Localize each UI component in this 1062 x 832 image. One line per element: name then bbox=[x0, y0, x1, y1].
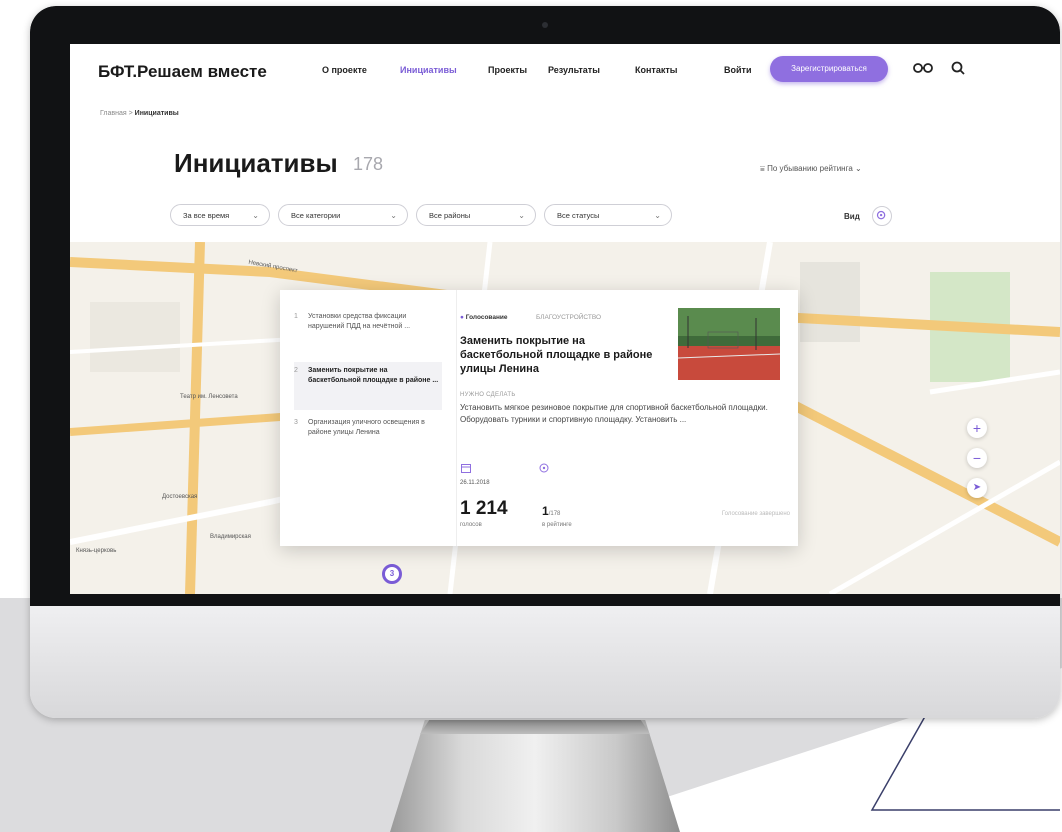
filter-period-label: За все время bbox=[183, 211, 230, 220]
breadcrumb: Главная > Инициативы bbox=[100, 110, 179, 117]
initiative-list: 1 Установки средства фиксации нарушений … bbox=[280, 290, 457, 546]
list-item[interactable]: 3 Организация уличного освещения в район… bbox=[294, 418, 442, 458]
vote-status: Голосование завершено bbox=[721, 511, 790, 517]
list-item[interactable]: 1 Установки средства фиксации нарушений … bbox=[294, 312, 442, 348]
nav-results[interactable]: Результаты bbox=[548, 65, 600, 75]
map-label-metro-vladimirskaya: Владимирская bbox=[210, 534, 251, 540]
rank-label: в рейтинге bbox=[542, 522, 572, 528]
list-item-text: Заменить покрытие на баскетбольной площа… bbox=[308, 367, 439, 384]
map-pin-icon bbox=[876, 210, 886, 220]
rank-value: 1/178 bbox=[542, 504, 560, 518]
initiative-title[interactable]: Заменить покрытие на баскетбольной площа… bbox=[460, 334, 670, 376]
location-icon[interactable] bbox=[538, 462, 550, 474]
nav-about[interactable]: О проекте bbox=[322, 65, 367, 75]
map-label-theater: Театр им. Ленсовета bbox=[180, 394, 238, 400]
monitor-stand-neck bbox=[420, 720, 650, 734]
initiative-date: 26.11.2018 bbox=[460, 480, 490, 486]
nav-contacts[interactable]: Контакты bbox=[635, 65, 677, 75]
view-toggle-button[interactable] bbox=[872, 206, 892, 226]
initiative-popup: 1 Установки средства фиксации нарушений … bbox=[280, 290, 798, 546]
filter-district[interactable]: Все районы ⌄ bbox=[416, 204, 536, 226]
register-button[interactable]: Зарегистрироваться bbox=[770, 56, 888, 82]
chevron-down-icon: ⌄ bbox=[654, 211, 661, 220]
filter-category-label: Все категории bbox=[291, 211, 341, 220]
search-icon[interactable] bbox=[950, 60, 966, 76]
chevron-down-icon: ⌄ bbox=[252, 211, 259, 220]
locate-button[interactable]: ➤ bbox=[967, 478, 987, 498]
category-badge: БЛАГОУСТРОЙСТВО bbox=[536, 314, 602, 321]
section-label: НУЖНО СДЕЛАТЬ bbox=[460, 392, 516, 398]
login-button[interactable]: Войти bbox=[724, 65, 751, 75]
filter-status[interactable]: Все статусы ⌄ bbox=[544, 204, 672, 226]
sort-dropdown[interactable]: ⩸ По убыванию рейтинга ⌄ bbox=[760, 164, 862, 174]
map-label-metro-dostoevskaya: Достоевская bbox=[162, 494, 198, 500]
votes-label: голосов bbox=[460, 522, 482, 528]
initiative-description: Установить мягкое резиновое покрытие для… bbox=[460, 403, 768, 424]
filter-district-label: Все районы bbox=[429, 211, 471, 220]
monitor: БФТ.Решаем вместе О проекте Инициативы П… bbox=[30, 6, 1060, 718]
chevron-down-icon: ⌄ bbox=[518, 211, 525, 220]
chevron-down-icon: ⌄ bbox=[390, 211, 397, 220]
rank-total: /178 bbox=[548, 511, 561, 517]
list-item-text: Организация уличного освещения в районе … bbox=[308, 419, 425, 436]
monitor-stand bbox=[390, 720, 680, 832]
list-item-text: Установки средства фиксации нарушений ПД… bbox=[308, 313, 411, 330]
page-title: Инициативы bbox=[174, 148, 338, 178]
breadcrumb-current: Инициативы bbox=[134, 110, 179, 117]
initiative-photo bbox=[678, 308, 780, 380]
list-item-number: 1 bbox=[294, 313, 298, 320]
camera-icon bbox=[542, 22, 548, 28]
zoom-in-button[interactable]: + bbox=[967, 418, 987, 438]
nav-initiatives[interactable]: Инициативы bbox=[400, 65, 457, 75]
top-navigation: БФТ.Решаем вместе О проекте Инициативы П… bbox=[70, 44, 1060, 108]
rank-number: 1 bbox=[542, 504, 549, 518]
screen: БФТ.Решаем вместе О проекте Инициативы П… bbox=[70, 44, 1060, 594]
status-badge: ● Голосование bbox=[460, 314, 508, 321]
list-item-active[interactable]: 2 Заменить покрытие на баскетбольной пло… bbox=[294, 362, 442, 410]
filter-period[interactable]: За все время ⌄ bbox=[170, 204, 270, 226]
monitor-chin bbox=[30, 606, 1060, 718]
list-item-number: 3 bbox=[294, 419, 298, 426]
filter-status-label: Все статусы bbox=[557, 211, 600, 220]
logo[interactable]: БФТ.Решаем вместе bbox=[98, 62, 267, 82]
glasses-icon[interactable] bbox=[912, 60, 934, 76]
zoom-out-button[interactable]: − bbox=[967, 448, 987, 468]
chevron-down-icon: ⌄ bbox=[852, 164, 862, 173]
list-item-number: 2 bbox=[294, 367, 298, 374]
filter-category[interactable]: Все категории ⌄ bbox=[278, 204, 408, 226]
map-label-church: Князь-церковь bbox=[76, 548, 117, 554]
calendar-icon bbox=[461, 464, 471, 473]
nav-projects[interactable]: Проекты bbox=[488, 65, 527, 75]
breadcrumb-home[interactable]: Главная bbox=[100, 110, 127, 117]
votes-count: 1 214 bbox=[460, 498, 508, 519]
status-badge-label: Голосование bbox=[465, 314, 508, 321]
navigation-arrow-icon: ➤ bbox=[972, 482, 982, 493]
view-label: Вид bbox=[844, 212, 860, 221]
initiatives-count: 178 bbox=[353, 154, 384, 174]
sort-label: По убыванию рейтинга bbox=[767, 164, 853, 173]
breadcrumb-separator: > bbox=[128, 110, 133, 117]
map-cluster-marker[interactable]: 3 bbox=[382, 564, 402, 584]
